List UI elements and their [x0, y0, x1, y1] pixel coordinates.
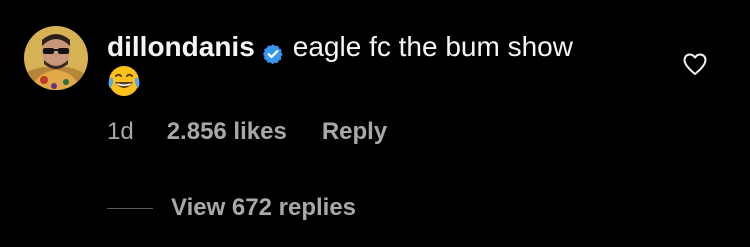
face-with-tears-of-joy-emoji	[107, 64, 141, 98]
verified-badge-icon	[262, 36, 284, 65]
view-replies-button[interactable]: View 672 replies	[107, 192, 356, 224]
avatar[interactable]	[24, 26, 88, 90]
comment-text: eagle fc the bum show	[292, 31, 573, 62]
comment-timestamp: 1d	[107, 118, 134, 145]
avatar-image	[24, 26, 88, 90]
comment-username[interactable]: dillondanis	[107, 27, 255, 67]
comment-likes-count[interactable]: 2.856 likes	[167, 118, 287, 146]
view-replies-label: View 672 replies	[171, 194, 357, 221]
replies-divider	[107, 207, 153, 209]
reply-button[interactable]: Reply	[322, 118, 387, 146]
heart-outline-icon[interactable]	[682, 52, 708, 76]
comment-line: dillondanis eagle fc the bum show	[107, 27, 573, 67]
comment-meta-row: 1d 2.856 likes Reply	[107, 116, 387, 148]
